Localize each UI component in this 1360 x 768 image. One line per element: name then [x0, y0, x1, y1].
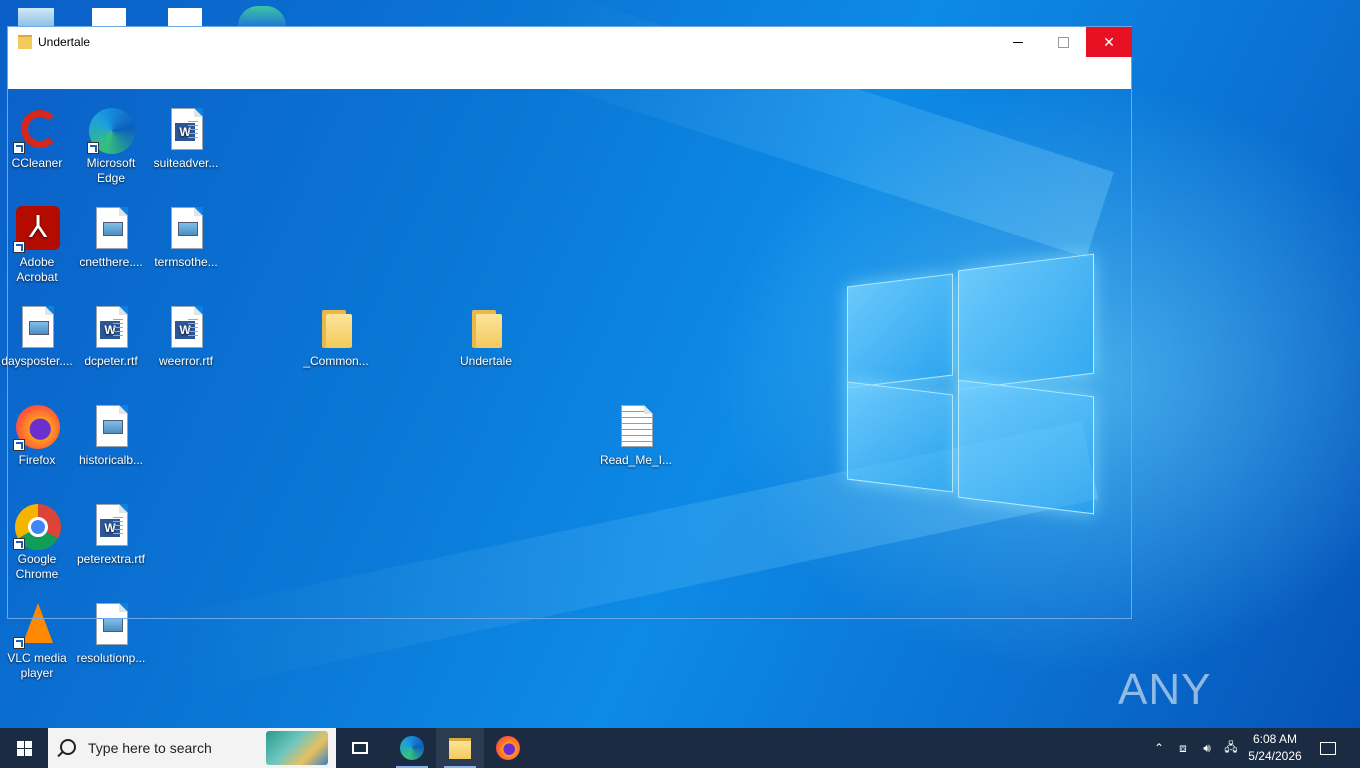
- search-box[interactable]: Type here to search: [48, 728, 336, 768]
- window-titlebar[interactable]: Undertale ✕: [8, 27, 1132, 89]
- taskbar-file-explorer[interactable]: [436, 728, 484, 768]
- clock-date: 5/24/2026: [1248, 749, 1302, 763]
- close-button[interactable]: ✕: [1086, 27, 1132, 57]
- undertale-window[interactable]: Undertale ✕: [7, 26, 1132, 619]
- window-title: Undertale: [38, 35, 91, 49]
- maximize-button[interactable]: [1040, 27, 1086, 57]
- start-button[interactable]: [0, 728, 48, 768]
- taskbar: Type here to search ⌃ ⧈ 🔊︎ 🖧 6:08 AM 5/2…: [0, 728, 1360, 768]
- file-explorer-icon: [449, 737, 471, 759]
- close-icon: ✕: [1103, 33, 1115, 50]
- anyrun-watermark: ANY RUN: [1118, 660, 1318, 728]
- folder-icon: [18, 35, 32, 49]
- clock-time: 6:08 AM: [1252, 732, 1298, 746]
- partial-icon: [92, 8, 126, 26]
- minimize-icon: [1013, 41, 1023, 43]
- show-hidden-icons-button[interactable]: ⌃: [1148, 728, 1170, 768]
- edge-icon: [400, 736, 424, 760]
- volume-button[interactable]: 🔊︎: [1196, 728, 1218, 768]
- clock[interactable]: 6:08 AM 5/24/2026: [1238, 731, 1312, 765]
- firefox-icon: [496, 736, 520, 760]
- taskbar-firefox[interactable]: [484, 728, 532, 768]
- speaker-icon: 🔊︎: [1203, 740, 1211, 755]
- network-icon: 🖧: [1224, 739, 1238, 754]
- notification-icon: [1320, 741, 1336, 755]
- task-view-button[interactable]: [336, 728, 384, 768]
- taskbar-edge[interactable]: [388, 728, 436, 768]
- search-icon: [60, 739, 76, 755]
- partial-icon: [18, 8, 54, 26]
- desktop: CCleaner Microsoft Edge W suiteadver... …: [0, 0, 1360, 728]
- meet-now-button[interactable]: ⧈: [1172, 728, 1194, 768]
- search-highlight-image: [266, 731, 328, 765]
- icon-label: VLC media player: [7, 651, 67, 680]
- partial-icon: [168, 8, 202, 26]
- search-placeholder: Type here to search: [88, 740, 212, 756]
- partial-icon: [238, 6, 286, 26]
- minimize-button[interactable]: [995, 27, 1041, 57]
- windows-logo-icon: [16, 740, 32, 756]
- camera-icon: ⧈: [1179, 740, 1187, 755]
- maximize-icon: [1057, 36, 1069, 48]
- notifications-button[interactable]: [1312, 728, 1344, 768]
- shortcut-arrow-icon: [13, 637, 25, 649]
- chevron-up-icon: ⌃: [1153, 741, 1165, 755]
- watermark-text: ANY RUN: [1118, 665, 1215, 728]
- task-view-icon: [352, 742, 368, 754]
- icon-label: resolutionp...: [76, 651, 146, 665]
